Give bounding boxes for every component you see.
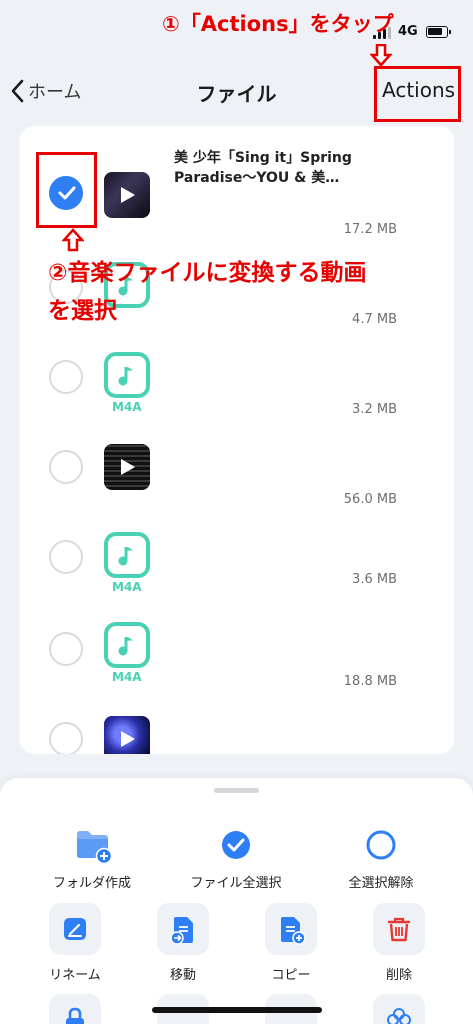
- check-circle-icon: [222, 831, 250, 859]
- delete-button[interactable]: 削除: [329, 903, 469, 983]
- select-all-label: ファイル全選択: [190, 876, 282, 891]
- music-note-icon: [118, 637, 133, 656]
- video-thumbnail: [104, 172, 150, 218]
- action-sheet: フォルダ作成 ファイル全選択 全選択解除 リネーム 移動 コピー 削除: [0, 778, 473, 1024]
- file-type-badge: M4A: [112, 580, 142, 594]
- audio-file-icon: [104, 352, 150, 398]
- file-type-badge: M4A: [112, 670, 142, 684]
- row-checkbox[interactable]: [49, 540, 83, 574]
- delete-label: 削除: [385, 968, 412, 983]
- video-thumbnail: [104, 716, 150, 754]
- network-type: 4G: [398, 24, 418, 39]
- share-button[interactable]: [329, 994, 469, 1024]
- annotation-arrow-up-icon: [62, 228, 84, 252]
- rename-icon: [64, 918, 86, 940]
- trash-icon: [387, 917, 411, 942]
- play-icon: [121, 459, 135, 475]
- play-icon: [121, 187, 135, 203]
- play-icon: [121, 731, 135, 747]
- annotation-box-checkbox: [36, 152, 97, 228]
- select-all-button[interactable]: ファイル全選択: [166, 828, 306, 891]
- row-checkbox[interactable]: [49, 722, 83, 754]
- home-indicator[interactable]: [152, 1007, 322, 1013]
- file-type-badge: M4A: [112, 400, 142, 414]
- row-checkbox[interactable]: [49, 360, 83, 394]
- music-note-icon: [118, 367, 133, 386]
- file-row[interactable]: 56.0 MB: [20, 416, 454, 508]
- annotation-step-2: ②音楽ファイルに変換する動画を選択: [48, 260, 367, 324]
- folder-add-icon: [77, 831, 113, 865]
- music-note-icon: [118, 547, 133, 566]
- lock-icon: [66, 1007, 84, 1024]
- audio-file-icon: [104, 532, 150, 578]
- file-row[interactable]: M4A 3.6 MB: [20, 504, 454, 596]
- annotation-step-1: ①「Actions」をタップ: [162, 12, 394, 36]
- create-folder-label: フォルダ作成: [52, 876, 131, 891]
- copy-icon: [281, 917, 306, 945]
- file-row[interactable]: M4A 3.2 MB: [20, 322, 454, 417]
- file-row[interactable]: [20, 704, 454, 754]
- video-thumbnail: [104, 444, 150, 490]
- navigation-bar: ホーム ファイル Actions: [0, 70, 473, 116]
- move-icon: [170, 917, 193, 945]
- file-size: 3.2 MB: [352, 402, 397, 417]
- flower-icon: [387, 1008, 411, 1024]
- audio-file-icon: [104, 622, 150, 668]
- annotation-arrow-down-icon: [370, 44, 392, 66]
- sheet-grabber[interactable]: [214, 788, 259, 793]
- deselect-all-button[interactable]: 全選択解除: [311, 828, 451, 891]
- row-checkbox[interactable]: [49, 450, 83, 484]
- file-size: 18.8 MB: [343, 674, 397, 689]
- deselect-all-label: 全選択解除: [348, 876, 414, 891]
- file-row[interactable]: M4A 18.8 MB: [20, 602, 454, 694]
- create-folder-button[interactable]: フォルダ作成: [22, 828, 162, 891]
- file-size: 3.6 MB: [352, 572, 397, 587]
- row-checkbox[interactable]: [49, 632, 83, 666]
- empty-circle-icon: [366, 830, 396, 860]
- actions-button[interactable]: Actions: [382, 78, 455, 102]
- file-name: 美 少年「Sing it」Spring Paradise〜YOU & 美…: [174, 150, 352, 186]
- battery-icon: [426, 26, 451, 38]
